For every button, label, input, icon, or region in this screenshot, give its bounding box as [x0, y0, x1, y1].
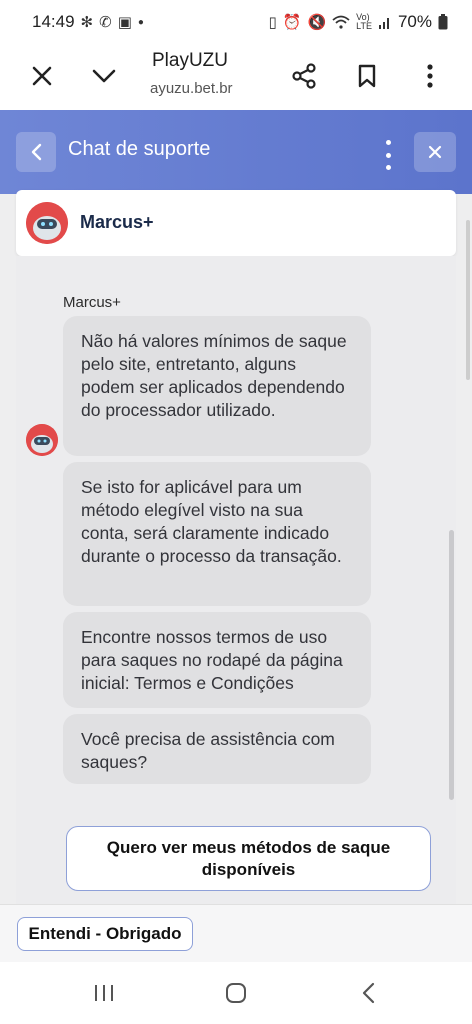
page-url[interactable]: ayuzu.bet.br: [150, 80, 233, 97]
sender-label: Marcus+: [63, 294, 121, 311]
image-icon: ▣: [117, 14, 132, 31]
share-button[interactable]: [282, 54, 326, 98]
avatar: [26, 424, 58, 456]
avatar: [26, 202, 68, 244]
robot-icon: [26, 424, 58, 456]
close-icon: [32, 66, 52, 86]
more-vertical-icon: [427, 64, 433, 88]
share-icon: [292, 63, 316, 89]
chevron-down-icon: [92, 69, 116, 83]
system-nav-bar: [0, 962, 472, 1024]
chat-scrollbar[interactable]: [449, 530, 454, 800]
recents-button[interactable]: [74, 976, 134, 1010]
chat-messages: Marcus+ Não há valores mínimos de saque …: [16, 256, 456, 904]
chat-bubble: Encontre nossos termos de uso para saque…: [63, 612, 371, 708]
chat-title: Chat de suporte: [68, 138, 211, 160]
wifi-icon: [332, 15, 350, 29]
recents-icon: [95, 985, 113, 1001]
bookmark-icon: [358, 64, 376, 88]
home-icon: [226, 983, 246, 1003]
page-scrollbar[interactable]: [466, 220, 470, 380]
alarm-icon: ⏰: [282, 14, 302, 31]
battery-saver-icon: ▯: [268, 14, 277, 31]
status-left: 14:49 ✻ ✆ ▣ ●: [32, 12, 144, 32]
home-button[interactable]: [206, 976, 266, 1010]
chat-bubble: Não há valores mínimos de saque pelo sit…: [63, 316, 371, 456]
quick-reply-button[interactable]: Quero ver meus métodos de saque disponív…: [66, 826, 431, 891]
status-right: ▯ ⏰ 🔇 Vo) LTE 70%: [268, 12, 448, 32]
chat-header: Chat de suporte: [0, 110, 472, 194]
web-content: Chat de suporte Marcus+ Marcus+ Não há v…: [0, 110, 472, 904]
chevron-left-icon: [31, 143, 42, 161]
mute-icon: 🔇: [307, 14, 327, 31]
chat-bubble: Você precisa de assistência com saques?: [63, 714, 371, 784]
battery-icon: [438, 14, 448, 30]
pinwheel-icon: ✻: [80, 14, 94, 31]
robot-icon: [26, 202, 68, 244]
signal-icon: [378, 18, 389, 29]
bookmark-button[interactable]: [345, 54, 389, 98]
back-nav-button[interactable]: [338, 976, 398, 1010]
whatsapp-icon: ✆: [99, 14, 112, 31]
back-button[interactable]: [16, 132, 56, 172]
chat-close-button[interactable]: [414, 132, 456, 172]
dot-icon: ●: [137, 16, 144, 28]
browser-toolbar: PlayUZU ayuzu.bet.br: [0, 44, 472, 110]
battery-percent: 70%: [397, 12, 432, 31]
status-bar: 14:49 ✻ ✆ ▣ ● ▯ ⏰ 🔇 Vo) LTE 70%: [0, 0, 472, 44]
page-title: PlayUZU: [152, 50, 229, 71]
chat-menu-button[interactable]: [378, 140, 398, 170]
agent-name: Marcus+: [80, 212, 154, 232]
back-icon: [362, 982, 375, 1004]
status-time: 14:49: [32, 12, 75, 31]
close-tab-button[interactable]: [20, 54, 64, 98]
close-icon: [428, 145, 442, 159]
agent-card: Marcus+: [16, 190, 456, 256]
chat-bubble: Se isto for aplicável para um método ele…: [63, 462, 371, 606]
browser-menu-button[interactable]: [408, 54, 452, 98]
entendi-button[interactable]: Entendi - Obrigado: [17, 917, 193, 951]
minimize-button[interactable]: [82, 54, 126, 98]
reply-bar: Entendi - Obrigado: [0, 904, 472, 962]
volte-icon: Vo) LTE: [356, 12, 372, 31]
